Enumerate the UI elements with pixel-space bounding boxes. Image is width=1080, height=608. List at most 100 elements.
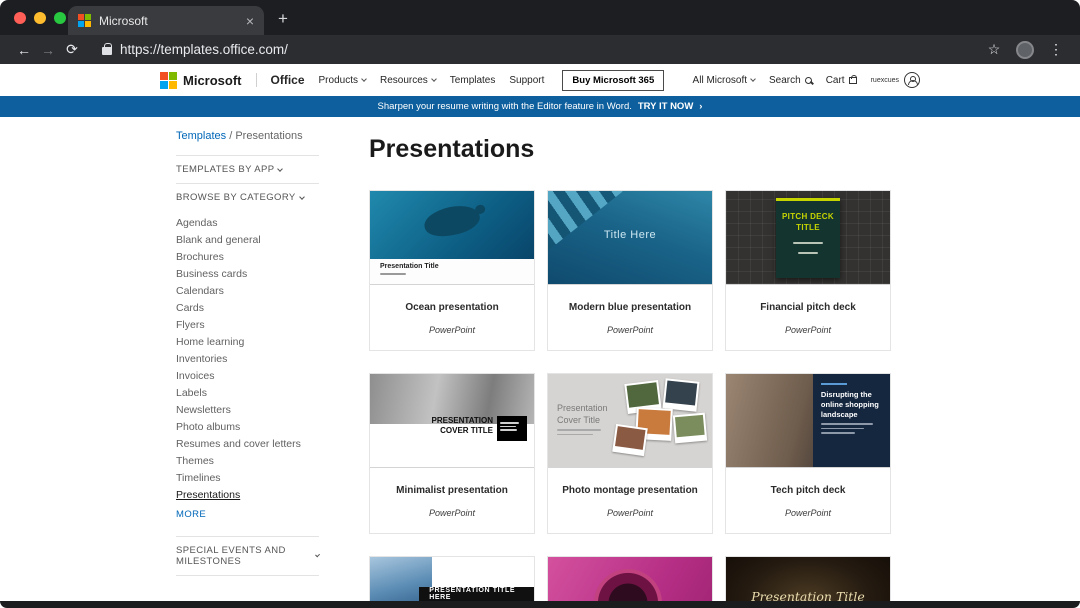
maximize-window-button[interactable] xyxy=(54,12,66,24)
nav-products[interactable]: Products xyxy=(319,75,366,86)
slide-subtitle-placeholder xyxy=(557,429,601,431)
sidebar-item-themes[interactable]: Themes xyxy=(176,453,319,470)
polaroid-photo xyxy=(673,413,707,444)
browser-toolbar: ← → ⟳ https://templates.office.com/ ☆ ⋮ xyxy=(0,35,1080,64)
sidebar-item-brochures[interactable]: Brochures xyxy=(176,249,319,266)
sidebar-item-agendas[interactable]: Agendas xyxy=(176,215,319,232)
new-tab-button[interactable]: + xyxy=(278,9,288,29)
back-icon[interactable]: ← xyxy=(12,42,36,58)
browser-profile-avatar[interactable] xyxy=(1016,41,1034,59)
sidebar-item-resumes-and-cover-letters[interactable]: Resumes and cover letters xyxy=(176,436,319,453)
sidebar-more-link[interactable]: MORE xyxy=(176,504,319,530)
template-card-financial[interactable]: PITCH DECK TITLE Financial pitch deck Po… xyxy=(725,190,891,351)
promo-message: Sharpen your resume writing with the Edi… xyxy=(378,101,632,112)
template-grid: Presentation Title Ocean presentation Po… xyxy=(369,190,893,608)
sidebar-item-invoices[interactable]: Invoices xyxy=(176,368,319,385)
cart-button[interactable]: Cart xyxy=(826,75,857,86)
sidebar-item-calendars[interactable]: Calendars xyxy=(176,283,319,300)
sidebar-item-home-learning[interactable]: Home learning xyxy=(176,334,319,351)
sidebar-item-blank-and-general[interactable]: Blank and general xyxy=(176,232,319,249)
slide-body-placeholder xyxy=(821,428,864,430)
card-meta: Financial pitch deck PowerPoint xyxy=(726,285,890,350)
all-microsoft-menu[interactable]: All Microsoft xyxy=(693,75,755,86)
microsoft-logo[interactable]: Microsoft xyxy=(160,72,242,89)
card-meta: Modern blue presentation PowerPoint xyxy=(548,285,712,350)
tab-title: Microsoft xyxy=(99,14,246,28)
category-list: Agendas Blank and general Brochures Busi… xyxy=(176,211,319,536)
sidebar-item-photo-albums[interactable]: Photo albums xyxy=(176,419,319,436)
template-app: PowerPoint xyxy=(376,508,528,518)
browser-tab-strip: Microsoft × + xyxy=(0,0,1080,35)
sidebar-section-templates-by-app[interactable]: TEMPLATES BY APP xyxy=(176,155,319,183)
text-panel-graphic: Disrupting the online shopping landscape xyxy=(813,374,890,467)
template-title: Minimalist presentation xyxy=(376,485,528,496)
close-tab-icon[interactable]: × xyxy=(246,13,254,29)
sidebar-item-inventories[interactable]: Inventories xyxy=(176,351,319,368)
template-app: PowerPoint xyxy=(376,325,528,335)
brand-label: Microsoft xyxy=(183,73,242,88)
slide-title: Presentation Cover Title xyxy=(557,403,608,425)
pitch-deck-cover-graphic: PITCH DECK TITLE xyxy=(776,198,840,278)
nav-support[interactable]: Support xyxy=(509,75,544,86)
template-card-minimalist[interactable]: PRESENTATION COVER TITLE Minimalist pres… xyxy=(369,373,535,534)
promo-cta-chevron-icon: › xyxy=(699,101,702,112)
close-window-button[interactable] xyxy=(14,12,26,24)
sidebar-item-presentations[interactable]: Presentations xyxy=(176,487,319,504)
slide-subtitle-placeholder xyxy=(380,273,406,275)
slide-subtitle-placeholder xyxy=(557,434,593,436)
polaroid-photo xyxy=(663,378,700,411)
promo-cta[interactable]: TRY IT NOW xyxy=(638,101,693,112)
microsoft-favicon xyxy=(78,14,91,27)
template-thumbnail: PRESENTATION COVER TITLE xyxy=(370,374,534,468)
template-card-ocean[interactable]: Presentation Title Ocean presentation Po… xyxy=(369,190,535,351)
company-label-placeholder xyxy=(821,383,847,385)
address-bar[interactable]: https://templates.office.com/ xyxy=(120,42,982,57)
bookmark-star-icon[interactable]: ☆ xyxy=(982,41,1006,58)
sidebar-item-timelines[interactable]: Timelines xyxy=(176,470,319,487)
buy-microsoft-365-button[interactable]: Buy Microsoft 365 xyxy=(562,70,664,91)
microsoft-logo-icon xyxy=(160,72,177,89)
nav-resources[interactable]: Resources xyxy=(380,75,436,86)
sidebar-item-business-cards[interactable]: Business cards xyxy=(176,266,319,283)
breadcrumb: Templates / Presentations xyxy=(176,130,303,142)
template-card-modern-blue[interactable]: Title Here Modern blue presentation Powe… xyxy=(547,190,713,351)
sea-turtle-graphic xyxy=(422,201,483,240)
card-meta: Tech pitch deck PowerPoint xyxy=(726,468,890,533)
template-app: PowerPoint xyxy=(732,325,884,335)
browser-tab[interactable]: Microsoft × xyxy=(68,6,264,35)
reload-icon[interactable]: ⟳ xyxy=(60,41,84,58)
sidebar-section-special-events[interactable]: SPECIAL EVENTS AND MILESTONES xyxy=(176,536,319,576)
site-header: Microsoft Office Products Resources Temp… xyxy=(0,64,1080,96)
breadcrumb-templates-link[interactable]: Templates xyxy=(176,130,226,142)
minimize-window-button[interactable] xyxy=(34,12,46,24)
account-person-icon xyxy=(904,72,920,88)
template-title: Financial pitch deck xyxy=(732,302,884,313)
main-area: Presentations Presentation Title Ocean p… xyxy=(369,127,893,608)
sidebar-item-labels[interactable]: Labels xyxy=(176,385,319,402)
sidebar-item-cards[interactable]: Cards xyxy=(176,300,319,317)
chevron-down-icon xyxy=(315,552,320,557)
template-title: Ocean presentation xyxy=(376,302,528,313)
office-label[interactable]: Office xyxy=(271,73,305,87)
template-thumbnail: PITCH DECK TITLE xyxy=(726,191,890,285)
template-title: Tech pitch deck xyxy=(732,485,884,496)
sidebar-item-newsletters[interactable]: Newsletters xyxy=(176,402,319,419)
slide-tagline-placeholder xyxy=(793,242,823,244)
promo-banner[interactable]: Sharpen your resume writing with the Edi… xyxy=(0,96,1080,117)
search-icon xyxy=(805,77,812,84)
template-card-photo-montage[interactable]: Presentation Cover Title Photo montage p… xyxy=(547,373,713,534)
nav-templates[interactable]: Templates xyxy=(450,75,496,86)
sign-in-button[interactable]: ruexcues xyxy=(871,72,920,88)
template-thumbnail: Presentation Cover Title xyxy=(548,374,712,468)
template-card-tech[interactable]: Disrupting the online shopping landscape… xyxy=(725,373,891,534)
sidebar-section-browse-by-category[interactable]: BROWSE BY CATEGORY xyxy=(176,183,319,211)
window-bottom-edge xyxy=(0,601,1080,608)
sidebar-item-flyers[interactable]: Flyers xyxy=(176,317,319,334)
chevron-down-icon xyxy=(431,76,437,82)
slide-body-placeholder xyxy=(821,423,873,425)
page-content: Templates / Presentations TEMPLATES BY A… xyxy=(0,117,1080,608)
browser-menu-icon[interactable]: ⋮ xyxy=(1044,41,1068,58)
header-divider xyxy=(256,73,257,87)
forward-icon[interactable]: → xyxy=(36,42,60,58)
search-button[interactable]: Search xyxy=(769,75,812,86)
